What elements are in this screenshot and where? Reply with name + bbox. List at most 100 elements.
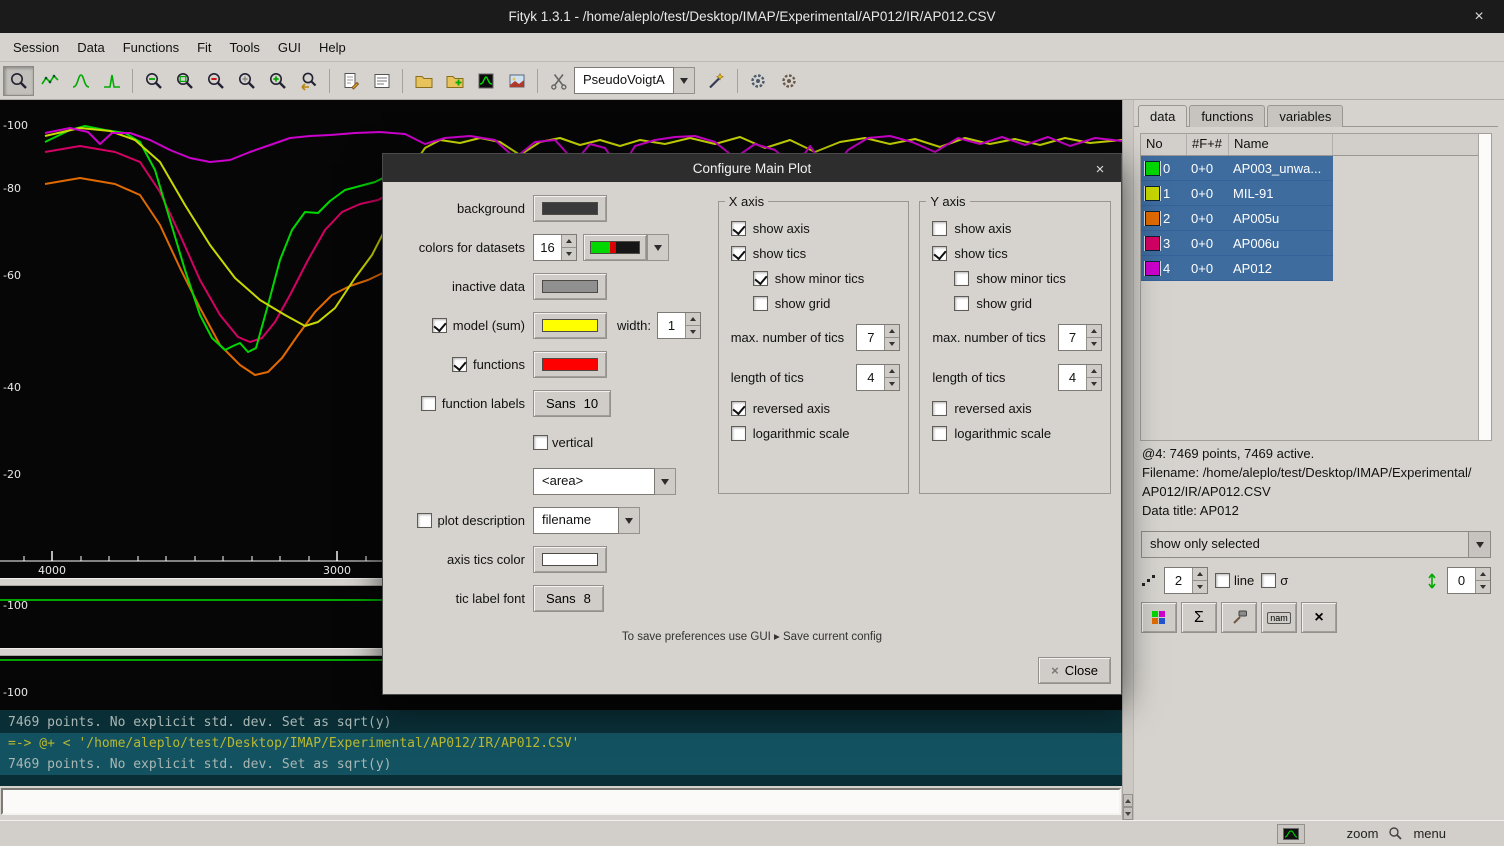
x-show-grid-checkbox[interactable] <box>753 296 768 311</box>
dataset-palette-dropdown[interactable] <box>647 234 669 261</box>
spinner-arrows[interactable] <box>1086 325 1101 350</box>
y-show-axis[interactable]: show axis <box>932 221 1108 236</box>
scrollbar-track[interactable] <box>1123 100 1133 794</box>
vertical-toggle[interactable]: vertical <box>533 435 593 450</box>
chevron-down-icon[interactable] <box>674 67 695 94</box>
table-row[interactable]: 1 0+0 MIL-91 <box>1141 181 1333 206</box>
spinner-arrows[interactable] <box>1475 568 1490 593</box>
zoom-history-icon[interactable] <box>1388 826 1403 841</box>
new-script-button[interactable] <box>335 66 366 96</box>
inactive-color-button[interactable] <box>533 273 607 300</box>
model-color-button[interactable] <box>533 312 607 339</box>
plot-config-button[interactable] <box>1277 824 1305 844</box>
run-fit-button[interactable] <box>774 66 805 96</box>
define-function-button[interactable] <box>701 66 732 96</box>
table-row[interactable]: 3 0+0 AP006u <box>1141 231 1333 256</box>
line-checkbox[interactable] <box>1215 573 1230 588</box>
plot-description-checkbox[interactable] <box>417 513 432 528</box>
zoom-box-button[interactable] <box>169 66 200 96</box>
zoom-in-button[interactable] <box>262 66 293 96</box>
strip-background-button[interactable] <box>543 66 574 96</box>
x-show-axis[interactable]: show axis <box>731 221 907 236</box>
chevron-down-icon[interactable] <box>619 507 640 534</box>
zoom-label[interactable]: zoom <box>1347 826 1379 841</box>
table-row[interactable]: 4 0+0 AP012 <box>1141 256 1333 281</box>
menu-label[interactable]: menu <box>1413 826 1446 841</box>
spinner-arrows[interactable] <box>1086 365 1101 390</box>
add-sharp-peak-mode-button[interactable] <box>96 66 127 96</box>
function-labels-checkbox[interactable] <box>421 396 436 411</box>
table-row[interactable]: 0 0+0 AP003_unwa... <box>1141 156 1333 181</box>
x-reversed-axis[interactable]: reversed axis <box>731 401 907 416</box>
zoom-out-button[interactable] <box>200 66 231 96</box>
spinner-arrows[interactable] <box>884 365 899 390</box>
sum-button[interactable]: Σ <box>1181 602 1217 633</box>
x-tic-length-spinner[interactable]: 4 <box>856 364 900 391</box>
label-format-combo[interactable]: <area> <box>533 468 676 495</box>
tab-data[interactable]: data <box>1138 105 1187 127</box>
dataset-count-spinner[interactable]: 16 <box>533 234 577 261</box>
save-image-button[interactable] <box>501 66 532 96</box>
function-labels-font-button[interactable]: Sans 10 <box>533 390 611 417</box>
append-data-button[interactable] <box>439 66 470 96</box>
column-header-f[interactable]: #F+# <box>1187 134 1229 155</box>
x-show-minor-tics[interactable]: show minor tics <box>753 271 907 286</box>
dataset-gradient-button[interactable] <box>583 234 647 261</box>
background-color-button[interactable] <box>533 195 607 222</box>
menu-data[interactable]: Data <box>68 35 113 60</box>
chevron-down-icon[interactable] <box>1469 531 1491 558</box>
axis-tics-color-button[interactable] <box>533 546 607 573</box>
spinner-arrows[interactable] <box>685 313 700 338</box>
y-max-tics-spinner[interactable]: 7 <box>1058 324 1102 351</box>
scroll-down-icon[interactable] <box>1123 807 1133 820</box>
x-show-minor-checkbox[interactable] <box>753 271 768 286</box>
command-input[interactable] <box>1 788 1121 815</box>
y-reversed-axis[interactable]: reversed axis <box>932 401 1108 416</box>
table-row[interactable]: 2 0+0 AP005u <box>1141 206 1333 231</box>
data-filter-combo[interactable]: show only selected <box>1141 531 1491 558</box>
x-show-grid[interactable]: show grid <box>753 296 907 311</box>
vertical-scrollbar[interactable] <box>1122 100 1133 820</box>
column-header-no[interactable]: No <box>1141 134 1187 155</box>
functions-color-button[interactable] <box>533 351 607 378</box>
x-reversed-checkbox[interactable] <box>731 401 746 416</box>
apply-function-button[interactable] <box>1221 602 1257 633</box>
rename-button[interactable]: nam <box>1261 602 1297 633</box>
y-show-grid-checkbox[interactable] <box>954 296 969 311</box>
zoom-x-button[interactable] <box>138 66 169 96</box>
menu-tools[interactable]: Tools <box>221 35 269 60</box>
functions-checkbox[interactable] <box>452 357 467 372</box>
width-spinner[interactable]: 1 <box>657 312 701 339</box>
table-scrollbar[interactable] <box>1478 134 1491 440</box>
spinner-arrows[interactable] <box>884 325 899 350</box>
zoom-mode-button[interactable] <box>3 66 34 96</box>
menu-session[interactable]: Session <box>4 35 68 60</box>
y-shift-spinner[interactable]: 0 <box>1447 567 1491 594</box>
add-peak-mode-button[interactable] <box>65 66 96 96</box>
line-toggle[interactable]: line <box>1215 573 1254 588</box>
y-log-scale[interactable]: logarithmic scale <box>932 426 1108 441</box>
view-log-button[interactable] <box>366 66 397 96</box>
model-checkbox[interactable] <box>432 318 447 333</box>
tic-label-font-button[interactable]: Sans 8 <box>533 585 604 612</box>
vertical-checkbox[interactable] <box>533 435 548 450</box>
x-log-scale[interactable]: logarithmic scale <box>731 426 907 441</box>
menu-gui[interactable]: GUI <box>269 35 310 60</box>
y-show-grid[interactable]: show grid <box>954 296 1108 311</box>
plot-description-combo[interactable]: filename <box>533 507 640 534</box>
column-header-name[interactable]: Name <box>1229 134 1333 155</box>
zoom-previous-button[interactable] <box>293 66 324 96</box>
spinner-arrows[interactable] <box>561 235 576 260</box>
menu-functions[interactable]: Functions <box>114 35 188 60</box>
output-console[interactable]: 7469 points. No explicit std. dev. Set a… <box>0 710 1122 786</box>
data-range-mode-button[interactable] <box>34 66 65 96</box>
dataset-colors-button[interactable] <box>1141 602 1177 633</box>
y-show-tics-checkbox[interactable] <box>932 246 947 261</box>
y-reversed-checkbox[interactable] <box>932 401 947 416</box>
x-show-tics[interactable]: show tics <box>731 246 907 261</box>
y-show-minor-checkbox[interactable] <box>954 271 969 286</box>
spinner-arrows[interactable] <box>1192 568 1207 593</box>
sigma-toggle[interactable]: σ <box>1261 573 1288 588</box>
execute-script-button[interactable] <box>743 66 774 96</box>
zoom-all-button[interactable] <box>231 66 262 96</box>
